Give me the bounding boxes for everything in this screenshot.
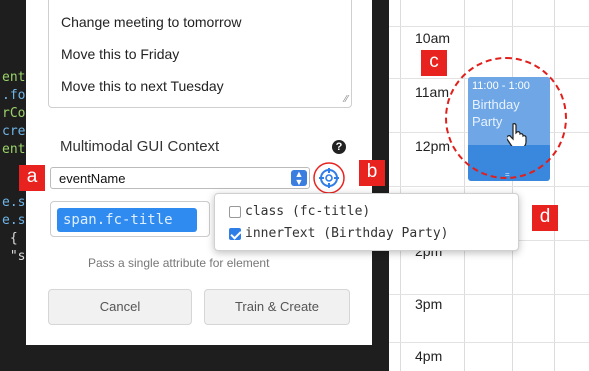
hand-pointer-icon xyxy=(506,122,527,151)
calendar-gridline xyxy=(389,342,589,343)
cancel-button[interactable]: Cancel xyxy=(48,289,192,325)
train-create-button[interactable]: Train & Create xyxy=(204,289,350,325)
annotation-badge-a: a xyxy=(19,165,45,191)
attribute-option-class[interactable]: class (fc-title) xyxy=(229,204,370,219)
calendar-gridline xyxy=(389,26,589,27)
code-line: e.s xyxy=(2,213,26,228)
section-title: Multimodal GUI Context xyxy=(60,138,220,155)
utterance-item: Move this to Friday xyxy=(61,46,180,62)
calendar-view: 10am 11am 12pm 2pm 3pm 4pm 11:00 - 1:00 … xyxy=(389,0,589,371)
code-line: "s xyxy=(2,249,26,264)
chevron-updown-icon: ▲ ▼ xyxy=(291,170,307,187)
time-label: 3pm xyxy=(415,296,443,312)
hint-text: Pass a single attribute for element xyxy=(88,256,270,270)
element-selector-chip[interactable]: span.fc-title xyxy=(57,208,197,232)
annotation-badge-b: b xyxy=(359,160,385,186)
parameter-select[interactable]: eventName ▲ ▼ xyxy=(50,167,310,189)
annotation-badge-d: d xyxy=(532,205,558,231)
checkbox-checked[interactable] xyxy=(229,227,241,240)
code-line: .fo xyxy=(2,88,26,103)
highlight-circle xyxy=(313,162,345,194)
time-label: 4pm xyxy=(415,348,443,364)
time-label: 11am xyxy=(415,84,449,100)
checkbox[interactable] xyxy=(229,205,241,218)
resize-grip-icon[interactable]: ⁄⁄ xyxy=(345,94,348,105)
attribute-popup: class (fc-title) innerText (Birthday Par… xyxy=(214,193,519,251)
calendar-gridline xyxy=(389,294,589,295)
time-label: 12pm xyxy=(415,138,451,154)
code-line: e.s xyxy=(2,195,26,210)
attribute-option-label: innerText (Birthday Party) xyxy=(245,226,449,241)
crosshair-select-element-button[interactable] xyxy=(313,162,345,194)
help-icon[interactable]: ? xyxy=(332,140,346,154)
editor-background-bottom xyxy=(0,345,389,371)
code-line: ent xyxy=(2,70,26,85)
time-label: 10am xyxy=(415,30,451,46)
select-value: eventName xyxy=(59,171,126,186)
create-command-dialog: Change meeting to tomorrow Move this to … xyxy=(26,0,372,345)
highlight-dashed-circle xyxy=(445,57,567,179)
attribute-option-label: class (fc-title) xyxy=(245,204,371,219)
attribute-option-innertext[interactable]: innerText (Birthday Party) xyxy=(229,226,449,241)
code-line: cre xyxy=(2,124,26,139)
selected-element-field[interactable]: span.fc-title xyxy=(50,201,210,237)
code-line: ent xyxy=(2,142,26,157)
utterance-item: Move this to next Tuesday xyxy=(61,78,224,94)
code-line: rCo xyxy=(2,106,26,121)
code-line: { xyxy=(2,231,18,246)
calendar-gridline xyxy=(389,186,589,187)
utterance-item: Change meeting to tomorrow xyxy=(61,14,242,30)
annotation-badge-c: c xyxy=(421,50,447,76)
utterance-textarea[interactable]: Change meeting to tomorrow Move this to … xyxy=(48,0,352,108)
